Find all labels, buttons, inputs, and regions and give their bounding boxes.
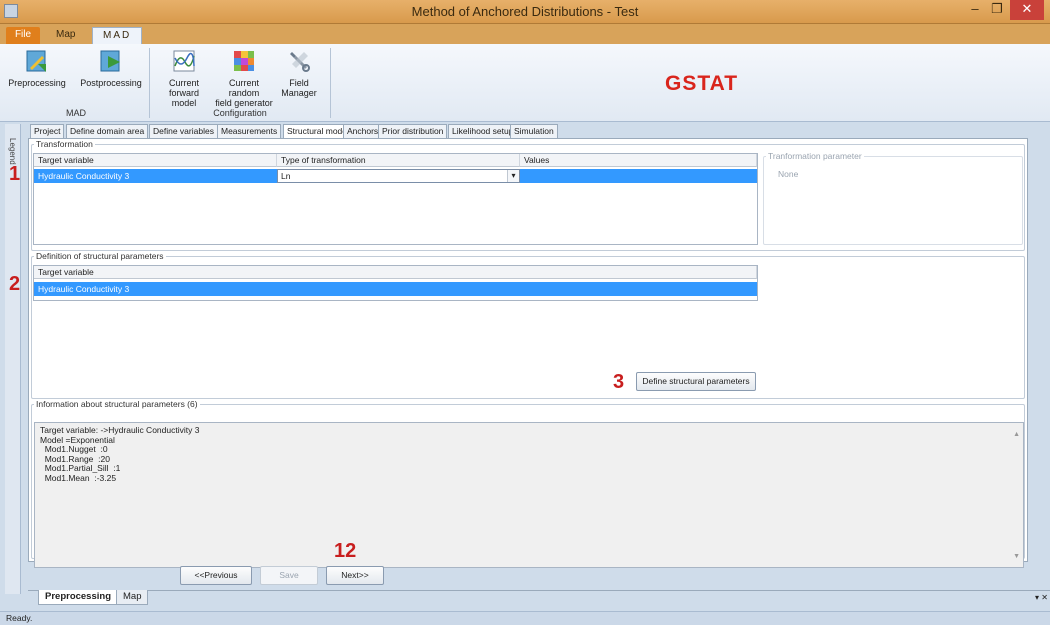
- ribbon-tab-mad[interactable]: MAD: [92, 27, 143, 44]
- next-button[interactable]: Next>>: [326, 566, 384, 585]
- structural-parameters-legend: Definition of structural parameters: [36, 251, 164, 261]
- minimize-button[interactable]: –: [964, 0, 986, 20]
- tab-prior-distribution[interactable]: Prior distribution: [378, 124, 448, 139]
- structural-model-panel: Transformation Target variable Type of t…: [9, 138, 1028, 568]
- field-generator-icon: [234, 51, 254, 71]
- column-header-values[interactable]: Values: [520, 154, 757, 167]
- title-bar: Method of Anchored Distributions - Test …: [0, 0, 1050, 24]
- annotation-number-1: 1: [9, 163, 21, 185]
- tab-define-variables[interactable]: Define variables: [149, 124, 218, 139]
- annotation-number-12: 12: [334, 540, 357, 562]
- maximize-button[interactable]: ❐: [986, 0, 1008, 20]
- column-header-type-of-transformation[interactable]: Type of transformation: [277, 154, 520, 167]
- preprocessing-icon: [26, 50, 46, 72]
- legend-label: Legend: [8, 138, 17, 165]
- transformation-parameter-group: Tranformation parameter None: [763, 151, 1023, 245]
- scroll-down-icon[interactable]: ▼: [1013, 553, 1020, 560]
- transformation-parameter-value: None: [778, 169, 799, 179]
- tab-preprocessing[interactable]: Preprocessing: [38, 590, 118, 605]
- save-button[interactable]: Save: [260, 566, 318, 585]
- structural-info-textbox[interactable]: Target variable: ->Hydraulic Conductivit…: [34, 422, 1024, 568]
- field-generator-label-2: field generator: [215, 98, 273, 108]
- chevron-down-icon[interactable]: ▾: [507, 170, 519, 182]
- transformation-type-select[interactable]: Ln ▾: [277, 169, 520, 183]
- tab-simulation[interactable]: Simulation: [510, 124, 558, 139]
- annotation-number-3: 3: [613, 371, 625, 393]
- tab-project[interactable]: Project: [30, 124, 65, 139]
- preprocessing-button[interactable]: Preprocessing: [6, 48, 68, 88]
- group-separator: [330, 48, 331, 118]
- tab-measurements[interactable]: Measurements: [217, 124, 282, 139]
- field-manager-button[interactable]: Field Manager: [276, 48, 322, 98]
- ribbon-tab-bar: File Map MAD: [0, 24, 1050, 44]
- transformation-parameter-legend: Tranformation parameter: [768, 151, 862, 161]
- forward-model-label-1: Current: [168, 78, 199, 88]
- dropdown-arrow-icon[interactable]: ▾ ✕: [1035, 593, 1048, 602]
- forward-model-label-2: forward model: [168, 88, 199, 108]
- structural-info-group: Information about structural parameters …: [31, 399, 1025, 568]
- legend-panel-strip[interactable]: Legend: [5, 124, 21, 594]
- postprocessing-icon: [100, 50, 120, 72]
- current-forward-model-button[interactable]: Current forward model: [156, 48, 212, 108]
- column-header-target-variable[interactable]: Target variable: [34, 154, 277, 167]
- status-bar: Ready.: [0, 611, 1050, 625]
- tab-anchors[interactable]: Anchors: [343, 124, 383, 139]
- column-header-target-variable[interactable]: Target variable: [34, 266, 757, 279]
- target-variable-cell: Hydraulic Conductivity 3: [38, 171, 130, 181]
- tab-map[interactable]: Map: [116, 590, 149, 605]
- bottom-tab-bar: Preprocessing Map ▾ ✕: [28, 590, 1050, 606]
- transformation-type-value: Ln: [281, 171, 291, 181]
- ribbon-tab-map[interactable]: Map: [46, 27, 85, 44]
- group-label-mad: MAD: [66, 108, 86, 118]
- transformation-grid[interactable]: Target variable Type of transformation V…: [33, 153, 758, 245]
- table-row[interactable]: Hydraulic Conductivity 3: [34, 282, 757, 296]
- close-button[interactable]: ✕: [1010, 0, 1044, 20]
- transformation-legend: Transformation: [36, 139, 93, 149]
- ribbon: Preprocessing Postprocessing Current for…: [0, 44, 1050, 122]
- tab-define-domain-area[interactable]: Define domain area: [66, 124, 149, 139]
- field-manager-label-1: Field: [289, 78, 309, 88]
- scroll-up-icon[interactable]: ▲: [1013, 431, 1020, 438]
- previous-button[interactable]: <<Previous: [180, 566, 252, 585]
- postprocessing-label: Postprocessing: [80, 78, 142, 88]
- annotation-number-2: 2: [9, 273, 21, 295]
- forward-model-icon: [173, 50, 195, 72]
- group-separator: [149, 48, 150, 118]
- current-random-field-generator-button[interactable]: Current random field generator: [214, 48, 274, 108]
- define-structural-parameters-button[interactable]: Define structural parameters: [636, 372, 756, 391]
- field-generator-label-1: Current random: [228, 78, 260, 98]
- structural-parameters-grid[interactable]: Target variable Hydraulic Conductivity 3: [33, 265, 758, 301]
- ribbon-tab-file[interactable]: File: [6, 27, 40, 44]
- gstat-overlay-label: GSTAT: [665, 72, 739, 95]
- table-row[interactable]: Hydraulic Conductivity 3 Ln ▾: [34, 169, 757, 183]
- group-label-configuration: Configuration: [213, 108, 267, 118]
- field-manager-label-2: Manager: [281, 88, 317, 98]
- postprocessing-button[interactable]: Postprocessing: [78, 48, 144, 88]
- preprocessing-label: Preprocessing: [8, 78, 66, 88]
- tab-likelihood-setup[interactable]: Likelihood setup: [448, 124, 518, 139]
- main-tab-bar: Project Define domain area Define variab…: [28, 124, 1028, 140]
- field-manager-icon: [290, 52, 310, 72]
- structural-info-legend: Information about structural parameters …: [36, 399, 198, 409]
- window-title: Method of Anchored Distributions - Test: [411, 4, 639, 19]
